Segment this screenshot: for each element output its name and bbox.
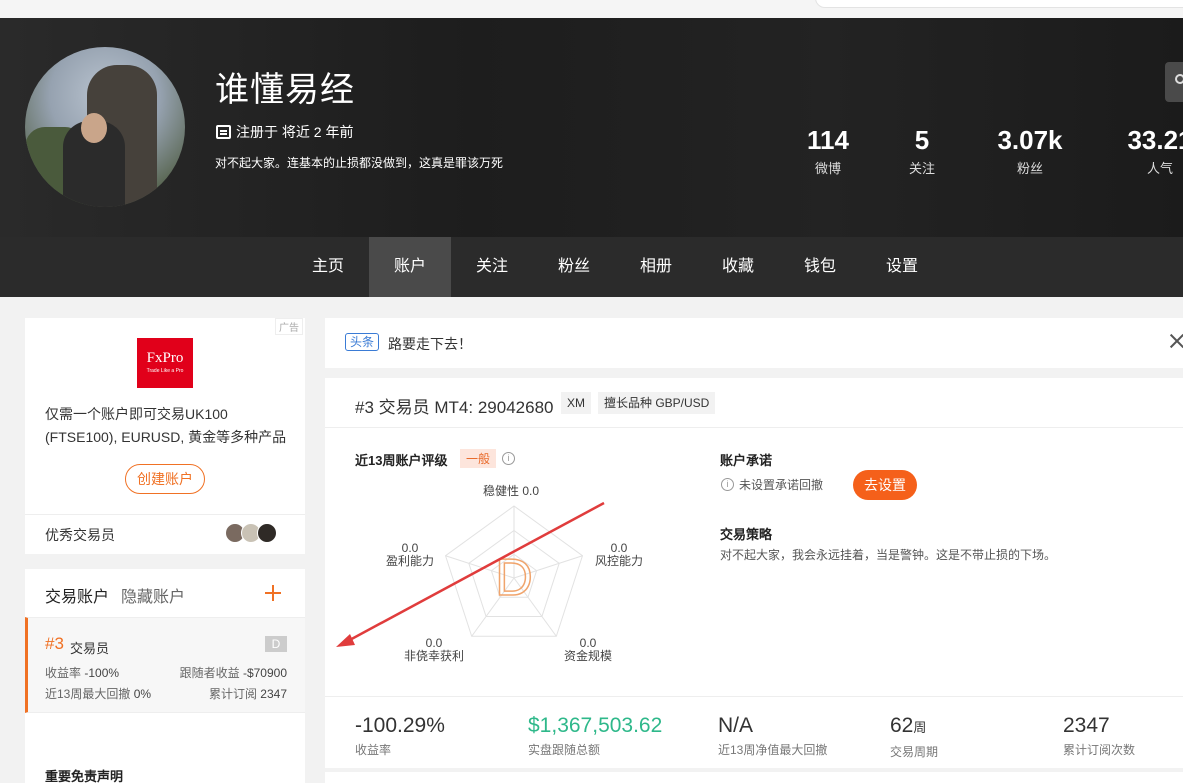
registration-info: 注册于 将近 2 年前	[216, 122, 353, 142]
ad-tag: 广告	[275, 318, 303, 335]
summary-subscriptions: 2347 累计订阅次数	[1063, 714, 1136, 757]
top-bar	[0, 0, 1183, 18]
stat-label: 微博	[814, 161, 841, 176]
grade-letter: D	[495, 549, 533, 607]
next-card	[325, 772, 1183, 783]
max-drawdown: 近13周最大回撤 0%	[45, 687, 152, 701]
ad-text: 仅需一个账户即可交易UK100 (FTSE100), EURUSD, 黄金等多种…	[45, 406, 287, 445]
trader-avatars[interactable]	[225, 523, 277, 543]
profile-header: 谁懂易经 注册于 将近 2 年前 对不起大家。连基本的止损都没做到，这真是罪该万…	[0, 18, 1183, 237]
stat-label: 人气	[1146, 161, 1173, 176]
good-traders-label[interactable]: 优秀交易员	[45, 525, 115, 545]
stat-popularity[interactable]: 33.21 人气	[1120, 124, 1183, 177]
headline-text[interactable]: 路要走下去！	[388, 334, 472, 354]
divider	[25, 514, 305, 515]
disclaimer-title[interactable]: 重要免责声明	[45, 766, 123, 783]
account-rank: #3	[45, 634, 64, 653]
stat-number: 5	[914, 125, 930, 155]
tab-hidden-accounts[interactable]: 隐藏账户	[121, 589, 185, 606]
axis-label-stability: 稳健性 0.0	[483, 484, 540, 498]
create-account-button[interactable]: 创建账户	[125, 464, 205, 494]
follower-profit: 跟随者收益 -$70900	[179, 666, 287, 680]
tab-album[interactable]: 相册	[615, 237, 697, 297]
summary-stats: -100.29% 收益率 $1,367,503.62 实盘跟随总额 N/A 近1…	[325, 696, 1183, 768]
axis-label-profitability: 0.0 盈利能力	[386, 541, 435, 568]
user-avatar[interactable]	[25, 47, 185, 207]
specialty-chip: 擅长品种 GBP/USD	[598, 392, 716, 414]
stat-followers[interactable]: 3.07k 粉丝	[994, 124, 1066, 177]
profile-page: 谁懂易经 注册于 将近 2 年前 对不起大家。连基本的止损都没做到，这真是罪该万…	[0, 0, 1183, 783]
headline-bar: 头条 路要走下去！	[325, 318, 1183, 368]
set-promise-button[interactable]: 去设置	[853, 470, 917, 500]
tab-fans[interactable]: 粉丝	[533, 237, 615, 297]
account-detail-card: #3 交易员 MT4: 29042680 XM 擅长品种 GBP/USD 近13…	[325, 378, 1183, 768]
search-box[interactable]	[815, 0, 1183, 8]
trading-accounts-card: 交易账户 隐藏账户 #3 交易员 D 收益率 -100% 跟随者收益 -$7090…	[25, 569, 305, 783]
user-name: 谁懂易经	[215, 71, 355, 109]
account-list-item[interactable]: #3 交易员 D 收益率 -100% 跟随者收益 -$70900 近13周最大回…	[25, 617, 305, 713]
accounts-header: 交易账户 隐藏账户	[45, 583, 185, 607]
calendar-icon	[216, 125, 231, 139]
close-icon[interactable]	[1168, 332, 1183, 350]
add-account-icon[interactable]	[265, 585, 281, 601]
ad-card: 广告 FxPro Trade Like a Pro 仅需一个账户即可交易UK10…	[25, 318, 305, 554]
stat-weibo[interactable]: 114 微博	[806, 124, 850, 177]
broker-chip: XM	[561, 392, 591, 414]
rating-level-badge: 一般	[460, 449, 497, 468]
stat-label: 粉丝	[1016, 161, 1043, 176]
strategy-title: 交易策略	[720, 527, 773, 542]
summary-return: -100.29% 收益率	[355, 714, 445, 757]
summary-period: 62周 交易周期	[890, 714, 939, 759]
stat-following[interactable]: 5 关注	[902, 124, 942, 177]
axis-label-non-luck-profit: 0.0 非侥幸获利	[404, 636, 465, 663]
user-bio: 对不起大家。连基本的止损都没做到，这真是罪该万死	[215, 156, 504, 170]
rating-title: 近13周账户评级	[355, 453, 448, 468]
total-subscriptions: 累计订阅 2347	[208, 687, 287, 701]
share-button[interactable]	[1165, 62, 1183, 102]
tab-settings[interactable]: 设置	[861, 237, 943, 297]
tab-account[interactable]: 账户	[369, 237, 451, 297]
stat-number: 3.07k	[997, 125, 1063, 155]
tab-trading-accounts[interactable]: 交易账户	[45, 589, 109, 606]
stat-number: 114	[807, 125, 849, 155]
axis-label-capital-scale: 0.0 资金规模	[564, 636, 613, 663]
summary-drawdown: N/A 近13周净值最大回撤	[718, 714, 828, 757]
account-title: #3 交易员 MT4: 29042680	[355, 398, 554, 417]
account-role: 交易员	[70, 641, 110, 656]
promise-title: 账户承诺	[720, 453, 773, 468]
stat-number: 33.21	[1127, 125, 1183, 155]
fxpro-logo[interactable]: FxPro Trade Like a Pro	[137, 338, 193, 388]
promise-text: 未设置承诺回撤	[739, 478, 824, 492]
info-icon: i	[721, 478, 734, 491]
account-title-row: #3 交易员 MT4: 29042680 XM 擅长品种 GBP/USD	[325, 378, 1183, 428]
share-icon	[1175, 74, 1183, 84]
stat-label: 关注	[908, 161, 935, 176]
registration-text: 注册于 将近 2 年前	[236, 124, 354, 140]
summary-follow-total: $1,367,503.62 实盘跟随总额	[528, 714, 663, 757]
headline-tag: 头条	[345, 333, 380, 351]
tab-home[interactable]: 主页	[287, 237, 369, 297]
profile-nav: 主页 账户 关注 粉丝 相册 收藏 钱包 设置	[0, 237, 1183, 297]
account-grade-badge: D	[265, 636, 287, 652]
axis-label-risk-control: 0.0 风控能力	[595, 541, 644, 568]
trader-avatar[interactable]	[257, 523, 277, 543]
info-icon[interactable]: i	[502, 452, 515, 465]
tab-wallet[interactable]: 钱包	[779, 237, 861, 297]
strategy-text: 对不起大家，我会永远挂着，当是警钟。这是不带止损的下场。	[720, 548, 1057, 562]
return-rate: 收益率 -100%	[45, 666, 120, 680]
tab-following[interactable]: 关注	[451, 237, 533, 297]
tab-favorites[interactable]: 收藏	[697, 237, 779, 297]
